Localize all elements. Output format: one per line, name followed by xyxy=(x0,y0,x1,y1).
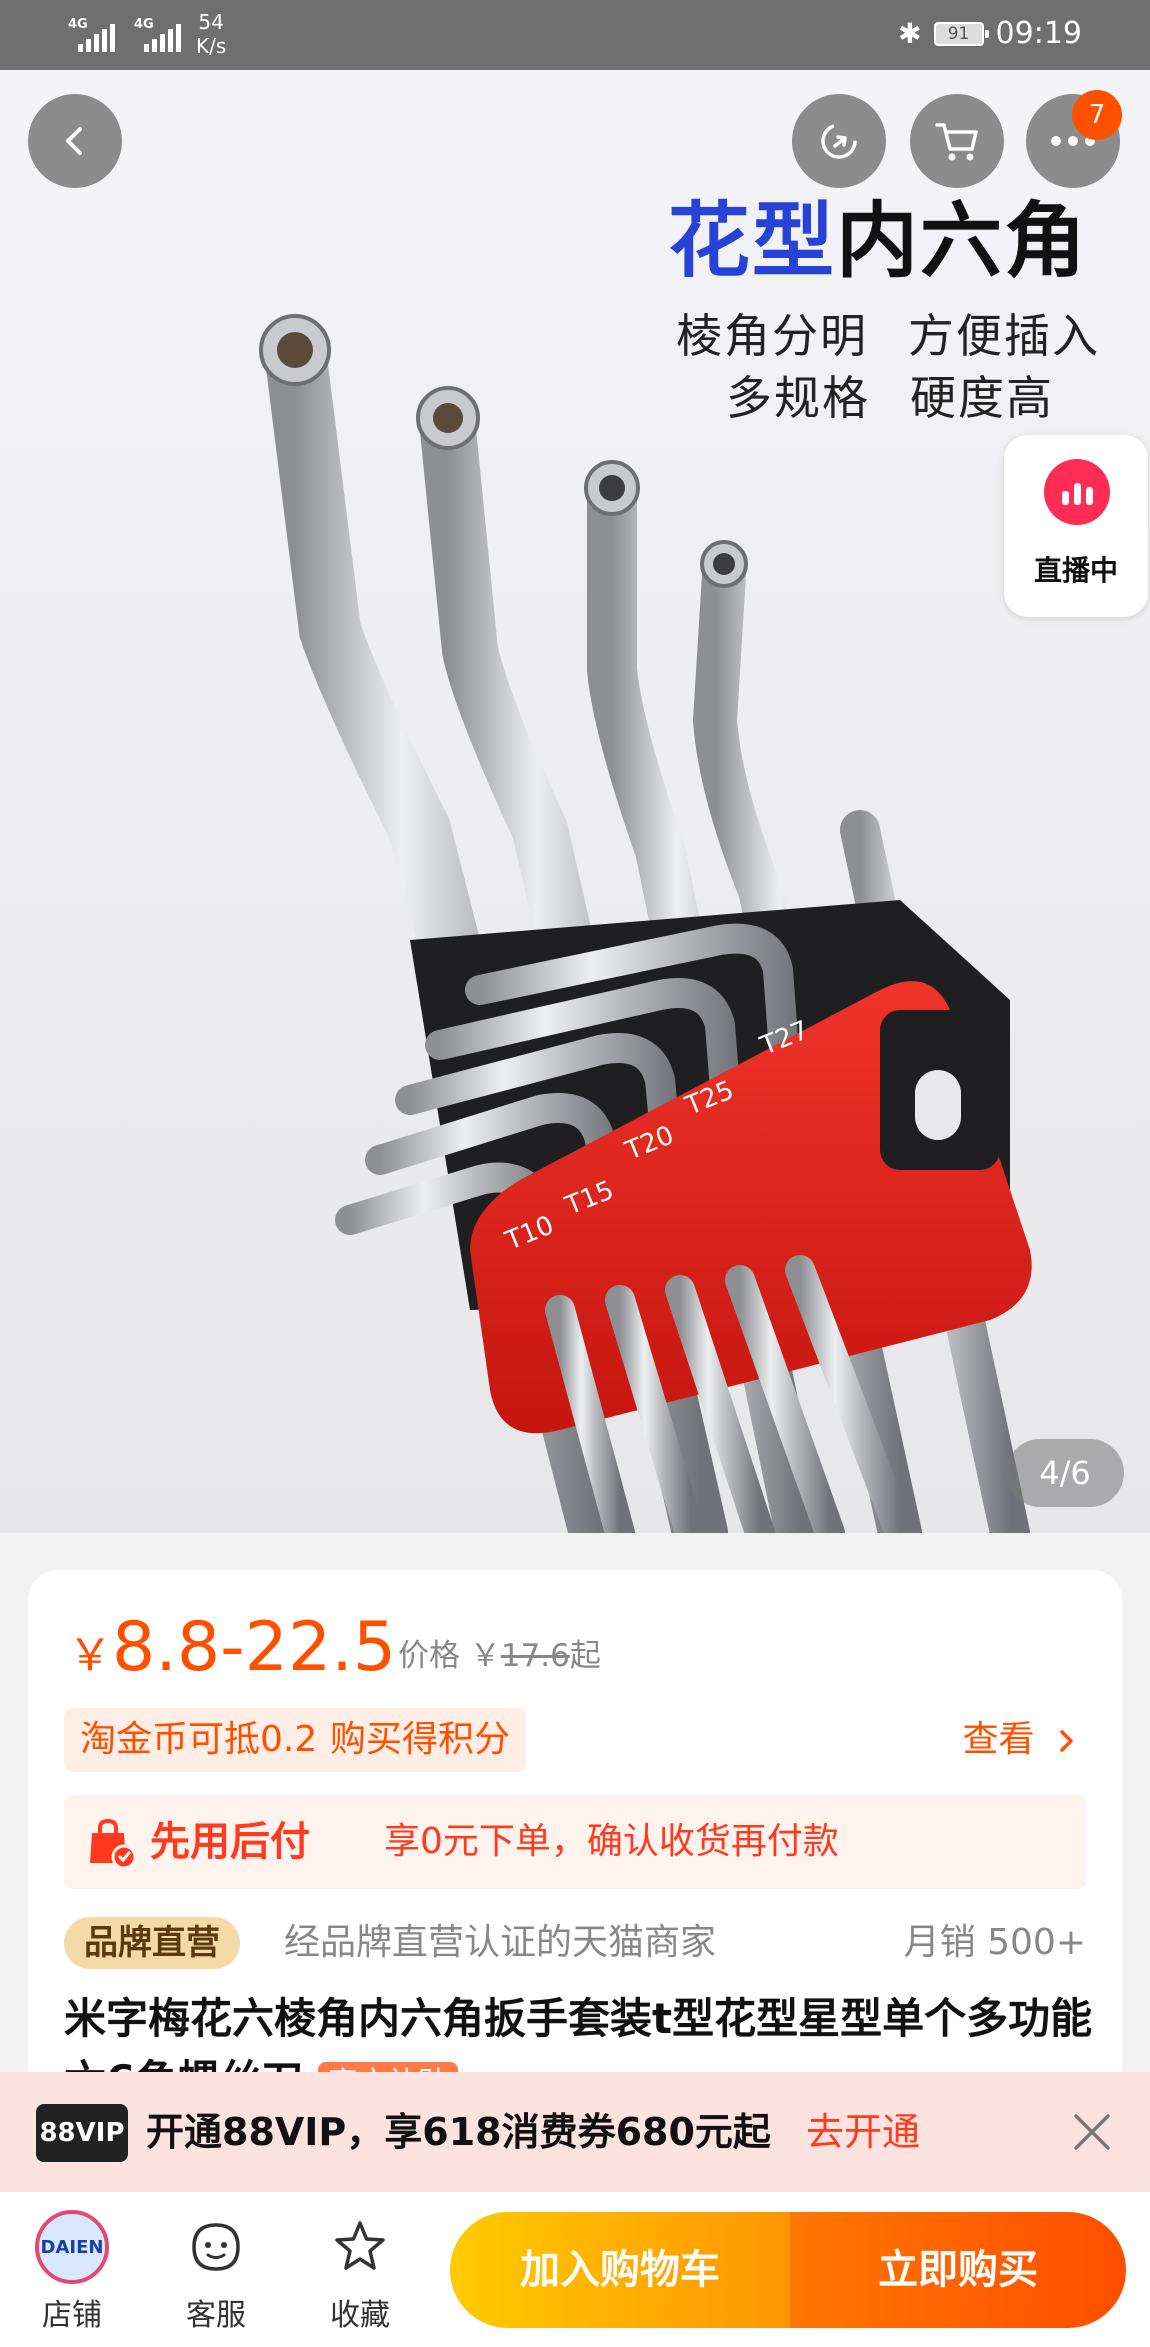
favorite-label: 收藏 xyxy=(330,2298,390,2333)
pay-later-desc: 享0元下单，确认收货再付款 xyxy=(384,1821,839,1862)
original-price: 价格 ￥17.6起 xyxy=(398,1630,601,1675)
customer-service-icon xyxy=(192,2223,240,2271)
back-button[interactable] xyxy=(28,94,122,188)
original-price-prefix: 价格 ￥ xyxy=(398,1638,501,1674)
bottom-action-bar: DAIEN 店铺 客服 收藏 加入购物车 立即购买 xyxy=(0,2192,1150,2347)
hero-feature: 硬度高 xyxy=(910,371,1054,425)
product-image-carousel[interactable]: T10 T15 T20 T25 T27 7 花型内六角 棱角分明 方便插入 多规… xyxy=(0,70,1150,1533)
bluetooth-icon: ✱ xyxy=(898,17,922,50)
signal-icon: 4G xyxy=(134,18,186,52)
original-price-value: 17.6 xyxy=(500,1638,570,1674)
more-button[interactable]: 7 xyxy=(1026,90,1122,188)
cart-button[interactable] xyxy=(910,94,1004,188)
share-button[interactable] xyxy=(792,94,886,188)
speed-unit: K/s xyxy=(196,34,227,58)
service-label: 客服 xyxy=(186,2298,246,2333)
vip-banner[interactable]: 88VIP 开通88VIP，享618消费券680元起 去开通 xyxy=(0,2072,1150,2192)
add-to-cart-button[interactable]: 加入购物车 xyxy=(450,2212,790,2328)
buy-now-button[interactable]: 立即购买 xyxy=(790,2212,1126,2328)
shop-logo-text: DAIEN xyxy=(40,2236,104,2258)
view-label: 查看 xyxy=(962,1719,1035,1760)
headline-blue: 花型 xyxy=(668,194,837,289)
pay-later-banner[interactable]: 先用后付 享0元下单，确认收货再付款 xyxy=(64,1795,1086,1889)
live-label: 直播中 xyxy=(1033,554,1118,587)
view-promos-link[interactable]: 查看 xyxy=(963,1708,1082,1772)
star-icon xyxy=(335,2221,385,2270)
battery-icon: 91 xyxy=(933,21,989,46)
speed-value: 54 xyxy=(198,10,224,34)
status-bar: 4G 4G 54 K/s ✱ 91 09:19 xyxy=(0,0,1150,70)
brand-direct-badge: 品牌直营 xyxy=(64,1917,240,1969)
vip-logo: 88VIP xyxy=(36,2104,128,2162)
shop-logo: DAIEN xyxy=(35,2210,109,2284)
currency-symbol: ￥ xyxy=(68,1630,112,1681)
original-price-suffix: 起 xyxy=(569,1638,601,1674)
vip-open-link[interactable]: 去开通 xyxy=(806,2072,920,2192)
live-stream-button[interactable]: 直播中 xyxy=(1004,435,1148,617)
hero-feature: 棱角分明 xyxy=(676,309,868,363)
vip-text: 开通88VIP，享618消费券680元起 xyxy=(146,2110,771,2154)
shopping-bag-icon xyxy=(90,1818,136,1869)
clock: 09:19 xyxy=(995,16,1082,51)
network-speed: 54 K/s xyxy=(196,10,226,58)
monthly-sales: 月销 500+ xyxy=(903,1922,1086,1963)
network-indicators: 4G 4G xyxy=(68,18,186,52)
favorite-button[interactable]: 收藏 xyxy=(300,2210,420,2334)
share-icon xyxy=(821,123,857,159)
hero-feature: 多规格 xyxy=(726,371,870,425)
customer-service-button[interactable]: 客服 xyxy=(156,2210,276,2334)
close-icon[interactable] xyxy=(1070,2110,1114,2154)
hero-headline: 花型内六角 xyxy=(668,192,1088,292)
signal-icon: 4G xyxy=(68,18,120,52)
chevron-left-icon xyxy=(66,127,82,155)
price: ￥8.8-22.5 xyxy=(68,1608,396,1687)
battery-level: 91 xyxy=(947,23,970,44)
image-pager: 4/6 xyxy=(1006,1439,1124,1507)
price-range: 8.8-22.5 xyxy=(112,1608,397,1687)
pay-later-title: 先用后付 xyxy=(150,1819,310,1865)
chevron-right-icon xyxy=(1060,1730,1073,1752)
headline-black: 内六角 xyxy=(836,194,1089,289)
hero-feature: 方便插入 xyxy=(908,309,1100,363)
shop-button[interactable]: DAIEN 店铺 xyxy=(12,2210,132,2334)
cart-icon xyxy=(935,123,978,161)
shop-label: 店铺 xyxy=(42,2298,102,2333)
brand-desc: 经品牌直营认证的天猫商家 xyxy=(284,1922,717,1963)
points-chip[interactable]: 购买得积分 xyxy=(314,1708,527,1772)
live-icon xyxy=(1044,459,1110,525)
message-count-badge: 7 xyxy=(1072,90,1122,140)
